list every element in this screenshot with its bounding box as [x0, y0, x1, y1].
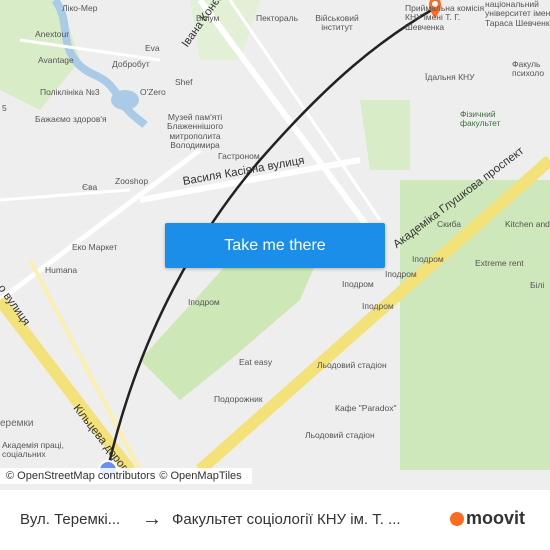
poi-label: Extreme rent [475, 258, 524, 268]
poi-label: Humana [45, 265, 78, 275]
poi-label: Кафе "Paradox" [335, 403, 397, 413]
poi-label: національний університет імені Тараса Ше… [485, 0, 550, 28]
poi-label: Поліклініка №3 [40, 87, 100, 97]
poi-label: Eva [145, 43, 160, 53]
poi-label: Льодовий стадіон [305, 430, 375, 440]
poi-label: Іподром [362, 301, 394, 311]
poi-label: Avantage [38, 55, 74, 65]
poi-label: Фізичний факультет [460, 109, 501, 129]
poi-label: Військовий інститут [315, 13, 359, 33]
district-label: еремки [0, 418, 34, 429]
moovit-logo[interactable]: moovit [450, 508, 525, 529]
poi-label: Бажаємо здоров'я [35, 114, 107, 124]
poi-label: Єва [82, 182, 98, 192]
poi-label: Добробут [112, 59, 150, 69]
poi-label: Kitchen and [505, 219, 550, 229]
poi-label: O'Zero [140, 87, 166, 97]
poi-label: Факуль психоло [512, 59, 545, 79]
route-footer: Вул. Теремкі... → Факультет соціології К… [0, 490, 550, 550]
poi-label: Zooshop [115, 176, 149, 186]
poi-label: Shef [175, 77, 193, 87]
poi-label: Скиба [437, 219, 462, 229]
poi-label: Іподром [188, 297, 220, 307]
park-campus [360, 100, 410, 170]
poi-label: 5 [2, 103, 7, 113]
moovit-logo-icon [450, 511, 464, 526]
poi-label: Білі [530, 280, 545, 290]
lake [111, 90, 139, 110]
poi-label: Anextour [35, 29, 70, 39]
poi-label: Пектораль [256, 13, 299, 23]
omt-attribution-link[interactable]: © OpenMapTiles [159, 470, 241, 482]
origin-stop-name: Вул. Теремкі... [20, 511, 121, 528]
poi-label: Подорожник [214, 394, 263, 404]
poi-label: Льодовий стадіон [317, 360, 387, 370]
poi-label: Іподром [342, 279, 374, 289]
road [0, 188, 131, 202]
osm-attribution-link[interactable]: © OpenStreetMap contributors [6, 470, 155, 482]
map[interactable]: Ліко-Мер Anextour Avantage Поліклініка №… [0, 0, 550, 490]
poi-label: Іподром [412, 254, 444, 264]
arrow-right-icon: → [142, 508, 162, 530]
poi-label: Приймальна комісія КНУ імені Т. Г. Шевче… [405, 3, 485, 32]
take-me-there-button[interactable]: Take me there [165, 223, 385, 268]
poi-label: Eat easy [239, 357, 273, 367]
poi-label: Іподром [385, 269, 417, 279]
poi-label: Їдальня КНУ [425, 72, 475, 82]
poi-label: Ліко-Мер [62, 3, 98, 13]
poi-label: Академія праці, соціальних [2, 440, 64, 460]
moovit-brand-text: moovit [466, 508, 526, 528]
map-attribution: © OpenStreetMap contributors © OpenMapTi… [0, 468, 252, 484]
poi-label: Еко Маркет [72, 242, 118, 252]
destination-name: Факультет соціології КНУ ім. Т. ... [172, 511, 401, 528]
poi-label: Гастроном [218, 151, 260, 161]
poi-label: Музей пам'яті Блаженнішого митрополита В… [166, 112, 224, 151]
